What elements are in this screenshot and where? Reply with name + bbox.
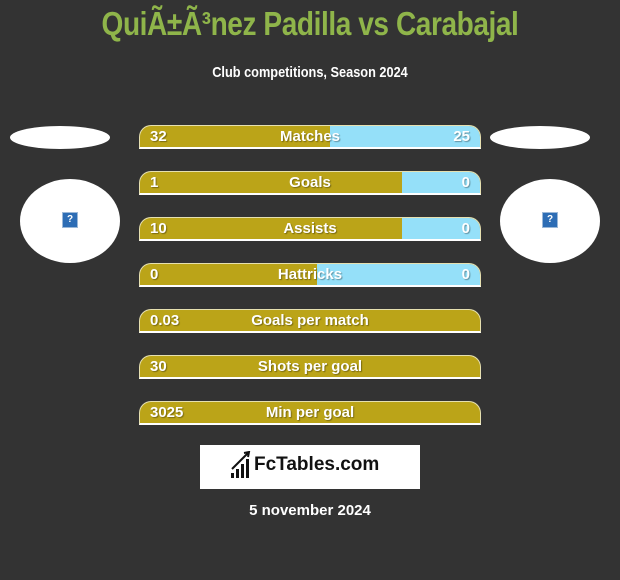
stat-row: 0.03 Goals per match [139, 309, 481, 333]
right-player-name-oval [490, 126, 590, 149]
missing-image-icon: ? [62, 212, 78, 228]
stat-label: Hattricks [277, 266, 343, 283]
missing-image-icon: ? [542, 212, 558, 228]
right-value: 25 [453, 128, 470, 145]
stat-label: Goals per match [251, 312, 369, 329]
date-label: 5 november 2024 [249, 502, 371, 519]
bar-chart-icon [231, 451, 251, 478]
stat-row: 0 Hattricks 0 [139, 263, 481, 287]
stat-label: Assists [283, 220, 337, 237]
right-value: 0 [461, 266, 470, 283]
left-player-name-oval [10, 126, 110, 149]
stat-row: 32 Matches 25 [139, 125, 481, 149]
logo-text: FcTables.com [254, 454, 380, 475]
stat-row: 10 Assists 0 [139, 217, 481, 241]
page-title: QuiÃ±Ã³nez Padilla vs Carabajal [101, 5, 519, 42]
stat-label: Matches [279, 128, 341, 145]
subtitle: Club competitions, Season 2024 [212, 64, 408, 81]
stat-row: 1 Goals 0 [139, 171, 481, 195]
stat-label: Min per goal [265, 404, 355, 421]
right-team-badge: ? [500, 179, 600, 263]
right-value: 0 [461, 220, 470, 237]
right-value: 0 [461, 174, 470, 191]
fctables-logo[interactable]: FcTables.com [200, 445, 420, 489]
left-team-badge: ? [20, 179, 120, 263]
stat-row: 3025 Min per goal [139, 401, 481, 425]
stat-label: Shots per goal [257, 358, 363, 375]
stat-label: Goals [289, 174, 331, 191]
stat-row: 30 Shots per goal [139, 355, 481, 379]
